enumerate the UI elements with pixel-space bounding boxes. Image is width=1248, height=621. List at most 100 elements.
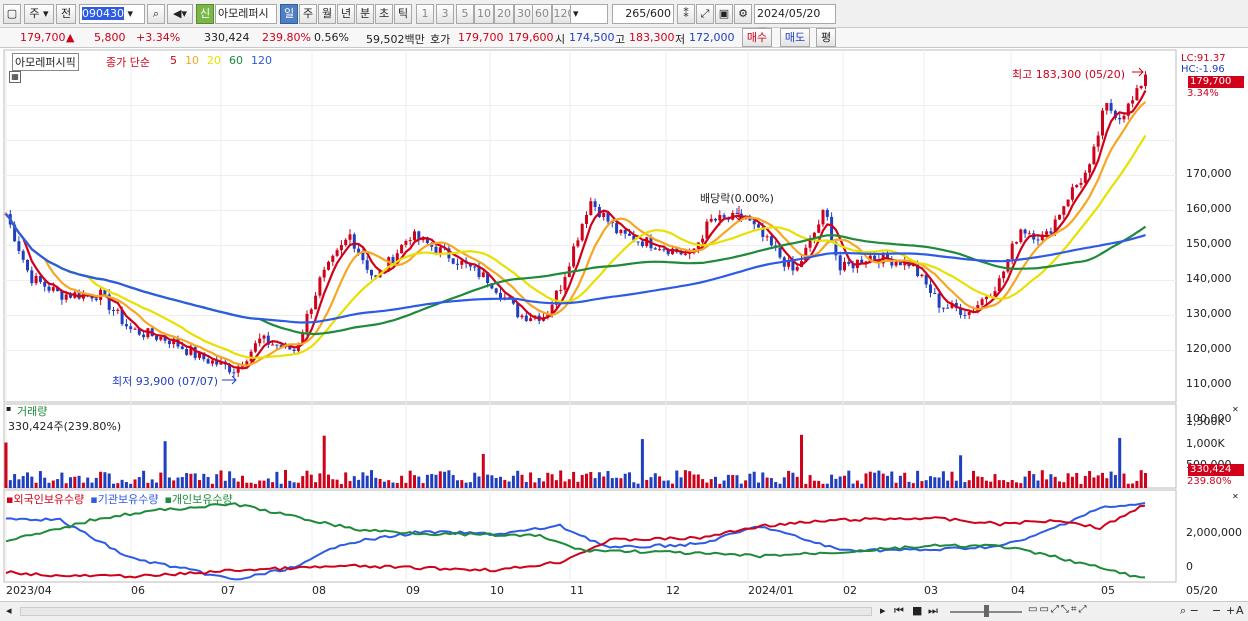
candle-body [30,270,34,284]
period-tab-5[interactable]: 초 [375,4,393,24]
chart-area[interactable]: 아모레퍼시픽 종가 단순 5 10 20 60 120 ▦ LC:91.37 HC:-1… [0,48,1248,603]
close-panel-icon[interactable]: ✕ [1232,405,1239,414]
candle-body [769,236,773,246]
sell-button[interactable]: 매도 [780,28,810,47]
interval-30[interactable]: 30 [514,4,534,24]
nav-last-icon[interactable]: ⏭ [928,604,938,618]
volume-bar [1105,478,1109,488]
volume-bar [898,475,902,488]
volume-bar [486,474,490,488]
volume-bar [726,474,730,488]
interval-3[interactable]: 3 [436,4,454,24]
interval-10[interactable]: 10 [474,4,494,24]
interval-1[interactable]: 1 [416,4,434,24]
volume-bar [193,473,197,488]
candle-body [460,260,464,265]
text-icon[interactable]: A [1236,604,1244,617]
candle-body [275,344,279,346]
add-icon[interactable]: + [1226,604,1235,617]
candle-body [456,263,459,265]
candle-body [314,295,318,310]
interval-5[interactable]: 5 [456,4,474,24]
volume-bar [924,480,928,488]
volume-bar [142,470,146,488]
zoom-out-icon[interactable]: ⌕ − [1180,604,1199,618]
interval-60[interactable]: 60 [532,4,552,24]
period-tab-0[interactable]: 일 [280,4,298,24]
gear-icon[interactable]: ⚙ [734,4,752,24]
speaker-icon[interactable]: ◀▾ [167,4,193,24]
count-field[interactable]: 265/600 [612,4,674,24]
volume-bar [812,480,816,488]
volume-bar [847,470,851,488]
candle-body [795,267,799,271]
candle-body [400,244,404,254]
stock-code-input[interactable]: 090430 ▾ [79,4,145,24]
volume-bar [163,441,167,488]
volume-bar [941,471,945,488]
period-tab-6[interactable]: 틱 [394,4,412,24]
volume-bar [361,472,365,488]
nav-right-icon[interactable]: ▸ [880,604,886,617]
volume-bar [692,474,696,488]
volume-bar [1058,481,1061,488]
period-tab-3[interactable]: 년 [337,4,355,24]
volume-bar [21,476,25,488]
legend-main: 종가 단순 [106,56,150,69]
price-panel-title[interactable]: 아모레퍼시픽 [12,53,79,71]
period-tab-1[interactable]: 주 [299,4,317,24]
line-tool-icon[interactable]: ⤢ [696,4,714,24]
period-tab-2[interactable]: 월 [318,4,336,24]
volume-bar [782,477,786,488]
volume-bar [963,482,967,488]
volume-tag-pct: 239.80% [1187,476,1232,487]
x-label: 05 [1101,584,1115,597]
candle-body [662,249,666,251]
volume-panel-icon[interactable]: ▪ [6,404,11,413]
search-icon[interactable]: ⌕ [147,4,165,24]
buy-button[interactable]: 매수 [742,28,772,47]
holding-legend-2: ▪개인보유수량 [164,493,233,506]
custom-interval-select[interactable]: ▾ [570,4,608,24]
volume-bar [748,473,752,488]
save-icon[interactable]: ▣ [715,4,733,24]
prev-button[interactable]: 전 [56,4,76,24]
zoom-in-icon[interactable]: − [1212,604,1221,617]
layout-icons[interactable]: ▭▭⤢⤡⌗⤢ [1028,604,1089,615]
zoom-handle[interactable] [984,605,989,617]
market-select[interactable]: 주 ▾ [24,4,54,24]
volume-bar [662,480,666,488]
nav-stop-icon[interactable]: ■ [912,604,922,617]
scrollbar[interactable] [20,607,872,616]
price-tick: 140,000 [1186,271,1232,285]
new-badge[interactable]: 신 [196,4,214,24]
period-tab-4[interactable]: 분 [356,4,374,24]
window-icon[interactable]: ▢ [3,4,21,24]
date-field[interactable]: 2024/05/20 ▦ [754,4,836,38]
candle-body [838,255,842,271]
nav-first-icon[interactable]: ⏮ [894,604,904,618]
volume-bar [387,480,391,488]
volume-bar [1109,471,1113,488]
volume-bar [537,477,541,488]
candle-icon[interactable]: ⁑ [677,4,695,24]
stock-name-field[interactable]: 아모레퍼시 [215,4,277,24]
interval-20[interactable]: 20 [494,4,514,24]
volume-bar [13,474,17,488]
close-holding-icon[interactable]: ✕ [1232,492,1239,501]
volume-bar [464,482,468,488]
volume-bar [137,477,141,488]
eval-button[interactable]: 평 [816,28,836,47]
scroll-left-icon[interactable]: ◂ [6,604,12,617]
volume-bar [1083,475,1087,488]
volume-bar [34,482,38,488]
chart-svg[interactable] [0,48,1248,603]
volume-bar [546,472,550,488]
candle-body [1036,239,1040,241]
x-label: 03 [924,584,938,597]
volume-bar [331,479,335,488]
volume-bar [972,470,975,488]
candle-body [821,210,825,225]
table-icon[interactable]: ▦ [9,71,21,83]
volume-bar [615,477,619,488]
